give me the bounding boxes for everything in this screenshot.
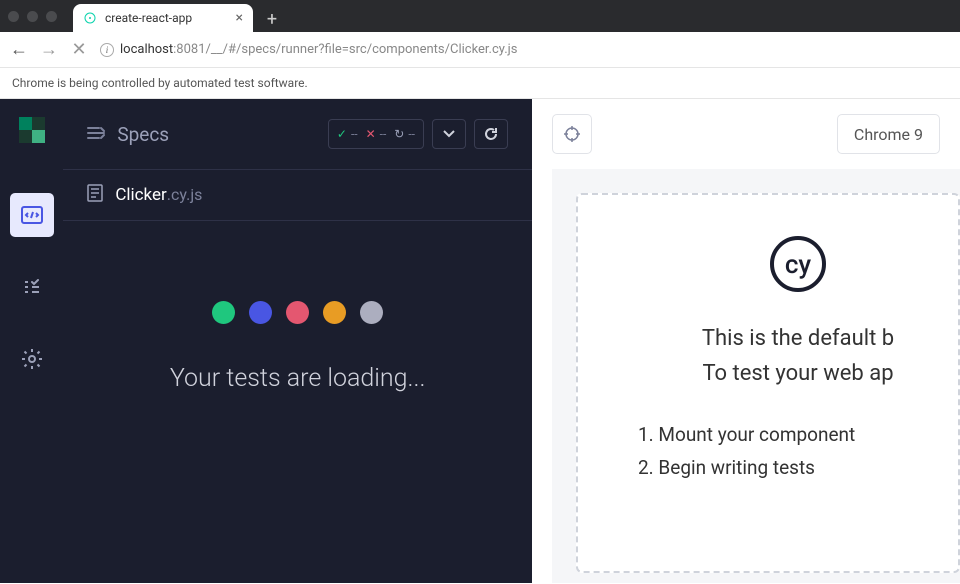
browser-tab[interactable]: create-react-app × [73,4,253,32]
expand-icon[interactable] [87,125,105,144]
reload-icon [484,127,498,141]
step-1: 1. Mount your component [638,419,958,451]
file-icon [87,184,103,206]
preview-toolbar: Chrome 9 [532,99,960,169]
step-2: 2. Begin writing tests [638,452,958,484]
maximize-window-icon[interactable] [46,11,57,22]
tab-strip: create-react-app × + [73,0,285,32]
preview-heading: This is the default b To test your web a… [702,321,894,391]
minimize-window-icon[interactable] [27,11,38,22]
crosshair-icon [563,125,581,143]
loading-dot-icon [212,301,235,324]
fail-icon: ✕ [366,127,376,141]
browser-tab-strip: create-react-app × + [0,0,960,32]
tab-favicon-icon [83,11,97,25]
dropdown-button[interactable] [432,119,466,149]
preview-default-card: cy This is the default b To test your we… [576,193,960,573]
preview-panel: Chrome 9 cy This is the default b To tes… [532,99,960,583]
automation-banner: Chrome is being controlled by automated … [0,68,960,99]
spec-stats: ✓ -- ✕ -- ↻ -- [328,119,508,149]
sidebar-item-specs[interactable] [10,193,54,237]
preview-steps: 1. Mount your component 2. Begin writing… [638,419,958,484]
forward-button[interactable]: → [40,39,58,60]
cypress-logo-icon [19,117,45,143]
retry-icon: ↻ [394,127,404,141]
file-name: Clicker [115,185,166,205]
loading-dots [212,301,383,324]
svg-text:cy: cy [785,250,812,280]
spec-header: Specs ✓ -- ✕ -- ↻ -- [63,99,532,169]
pass-icon: ✓ [337,127,347,141]
back-button[interactable]: ← [10,39,28,60]
loading-message: Your tests are loading... [170,364,426,393]
reload-button[interactable]: ✕ [70,39,88,60]
loading-dot-icon [323,301,346,324]
url-bar-row: ← → ✕ i localhost:8081/__/#/specs/runner… [0,32,960,68]
automation-message: Chrome is being controlled by automated … [12,76,308,90]
window-controls [8,11,57,22]
url-port: :8081 [173,42,205,57]
spec-panel: Specs ✓-- ✕-- ↻-- Cl [63,99,532,583]
address-bar[interactable]: i localhost:8081/__/#/specs/runner?file=… [100,42,950,57]
retry-count: -- [408,127,415,141]
main-content: Specs ✓-- ✕-- ↻-- Cl [0,99,960,583]
spec-file-row[interactable]: Clicker.cy.js [63,169,532,221]
browser-label: Chrome 9 [854,125,923,144]
url-host: localhost [120,42,173,57]
close-window-icon[interactable] [8,11,19,22]
rerun-button[interactable] [474,119,508,149]
loading-dot-icon [286,301,309,324]
fail-count: -- [380,127,387,141]
sidebar-item-runs[interactable] [10,265,54,309]
file-extension: .cy.js [167,185,203,204]
chevron-down-icon [443,130,455,138]
code-icon [21,206,43,224]
cypress-cy-logo-icon: cy [769,235,827,297]
tab-title: create-react-app [105,11,192,25]
browser-selector[interactable]: Chrome 9 [837,114,940,154]
loading-dot-icon [249,301,272,324]
preview-body: cy This is the default b To test your we… [552,169,960,583]
close-tab-icon[interactable]: × [236,10,243,26]
sidebar-nav [10,193,54,381]
sidebar [0,99,63,583]
selector-button[interactable] [552,114,592,154]
new-tab-button[interactable]: + [259,6,285,32]
spec-title: Specs [117,123,169,146]
site-info-icon[interactable]: i [100,43,114,57]
loading-dot-icon [360,301,383,324]
sidebar-item-settings[interactable] [10,337,54,381]
runs-icon [22,279,42,295]
gear-icon [21,348,43,370]
url-path: /__/#/specs/runner?file=src/components/C… [206,42,518,57]
stat-box: ✓ -- ✕ -- ↻ -- [328,119,424,149]
pass-count: -- [351,127,358,141]
loading-area: Your tests are loading... [63,221,532,583]
